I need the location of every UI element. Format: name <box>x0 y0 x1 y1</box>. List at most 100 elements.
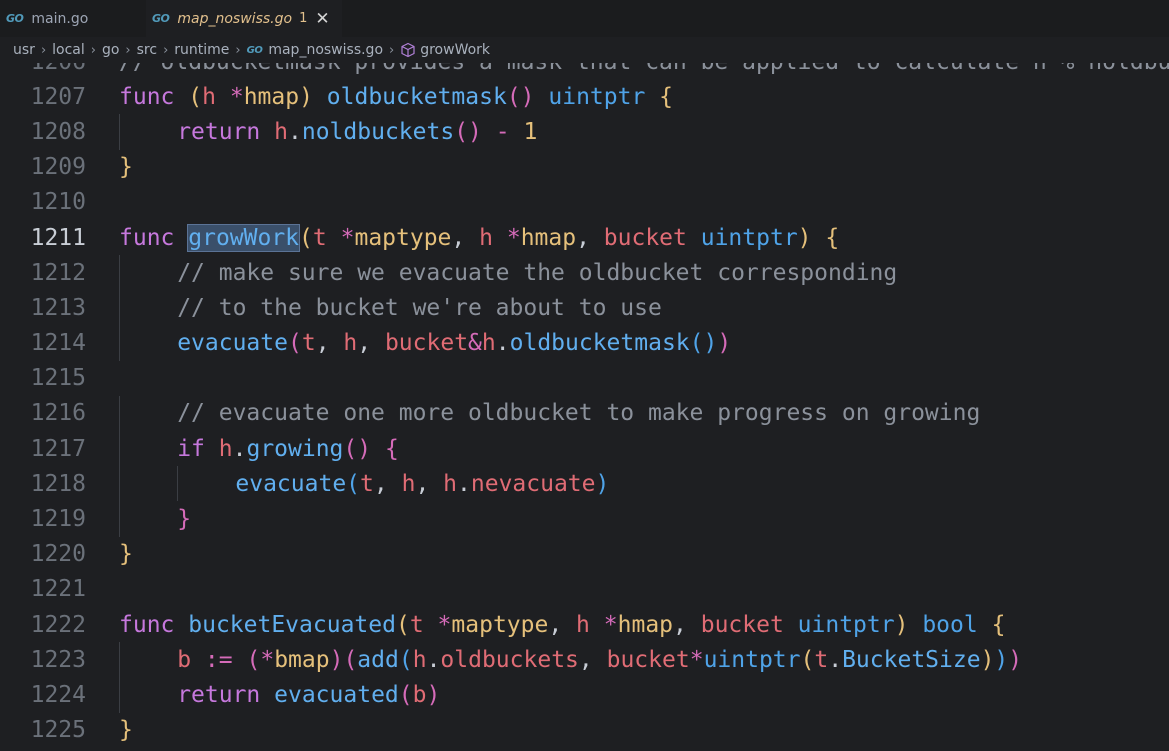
method-cube-icon <box>401 42 415 58</box>
indent-guide <box>119 431 120 467</box>
code-line[interactable]: 1224 return evacuated(b) <box>0 677 1169 713</box>
breadcrumb: usr › local › go › src › runtime › GO ma… <box>0 37 1169 63</box>
code-token: } <box>119 541 133 568</box>
code-line[interactable]: 1221 <box>0 572 1169 607</box>
code-line[interactable]: 1215 <box>0 361 1169 396</box>
code-line[interactable]: 1214 evacuate(t, h, bucket&h.oldbucketmas… <box>0 325 1169 361</box>
code-token: () <box>689 330 718 357</box>
code-token: * <box>603 611 618 638</box>
code-token: ( <box>299 224 313 251</box>
code-token: h <box>412 646 427 673</box>
code-token: t <box>312 224 327 251</box>
line-number: 1225 <box>30 717 86 744</box>
code-token: * <box>340 224 355 251</box>
code-line[interactable]: 1212 // make sure we evacuate the oldbuck… <box>0 255 1169 291</box>
code-token: oldbucketmask <box>326 83 507 110</box>
code-token: } <box>119 717 133 744</box>
code-token: bucket <box>603 224 687 251</box>
code-line[interactable]: 1223 b := (*bmap)(add(h.oldbuckets, bucke… <box>0 642 1169 678</box>
code-token: . <box>232 435 247 462</box>
code-token: bool <box>922 611 978 638</box>
code-token: * <box>689 646 704 673</box>
code-token: ( <box>188 83 203 110</box>
code-token: , <box>373 470 402 497</box>
code-token: & <box>468 330 482 357</box>
code-line[interactable]: 1219} <box>0 501 1169 537</box>
code-line[interactable]: 1217 if h.growing() { <box>0 431 1169 467</box>
code-token: func <box>119 611 175 638</box>
code-line[interactable]: 1225} <box>0 713 1169 748</box>
code-line[interactable]: 1206 // oldbucketmask provides a mask tha… <box>0 63 1169 79</box>
close-icon[interactable]: ✕ <box>315 9 329 29</box>
code-token: { <box>659 83 674 110</box>
code-token: uintptr <box>703 646 801 673</box>
breadcrumb-item-src[interactable]: src <box>137 42 157 58</box>
breadcrumb-item-go[interactable]: go <box>102 42 119 58</box>
code-line[interactable]: 1210 <box>0 185 1169 220</box>
code-token: if <box>177 435 205 462</box>
code-token: h <box>479 224 493 251</box>
code-token: { <box>991 611 1006 638</box>
breadcrumb-item-symbol[interactable]: growWork <box>400 42 490 58</box>
code-token: { <box>384 435 399 462</box>
code-line[interactable]: 1216 // evacuate one more oldbucket to ma… <box>0 395 1169 432</box>
code-token: ( <box>346 470 361 497</box>
code-line[interactable]: 1208 return h.noldbuckets() - 1 <box>0 114 1169 150</box>
breadcrumb-label: go <box>101 42 120 58</box>
code-token: hmap <box>617 611 674 638</box>
code-line[interactable]: 1222 func bucketEvacuated(t *maptype, h *… <box>0 607 1169 642</box>
code-token: b <box>177 646 192 673</box>
line-number: 1212 <box>30 259 86 286</box>
code-token: evacuate <box>235 470 347 497</box>
code-token: 1 <box>523 118 538 145</box>
indent-guide <box>177 466 179 502</box>
breadcrumb-label: src <box>136 42 158 58</box>
code-token: () <box>506 83 535 110</box>
code-token: ( <box>287 330 302 357</box>
breadcrumb-label: usr <box>13 42 35 58</box>
tab-map-noswiss-go[interactable]: GO map_noswiss.go 1 ✕ <box>146 0 342 37</box>
line-number: 1223 <box>30 646 86 673</box>
code-token: // oldbucketmask provides a mask that ca… <box>119 63 1169 75</box>
breadcrumb-item-usr[interactable]: usr <box>13 42 35 58</box>
code-token: nevacuate <box>470 470 596 497</box>
code-token: bucket <box>700 611 784 638</box>
breadcrumb-item-runtime[interactable]: runtime <box>174 42 229 58</box>
line-number: 1213 <box>30 294 86 321</box>
code-line[interactable]: 1207 func (h *hmap) oldbucketmask() uintp… <box>0 79 1169 114</box>
code-text: func bucketEvacuated(t *maptype, h *hmap… <box>119 612 1005 638</box>
chevron-right-icon: › <box>235 42 241 58</box>
code-token: // evacuate one more oldbucket to make p… <box>177 400 981 427</box>
code-line[interactable]: 1220} <box>0 537 1169 572</box>
tab-main-go[interactable]: GO main.go <box>0 0 146 37</box>
code-token: bmap <box>274 646 330 673</box>
code-text: // oldbucketmask provides a mask that ca… <box>119 63 1169 75</box>
code-token: . <box>288 118 302 145</box>
code-line[interactable]: 1211 func growWork(t *maptype, h *hmap, b… <box>0 220 1169 255</box>
breadcrumb-label: growWork <box>420 42 491 58</box>
tab-bar: GO main.go GO map_noswiss.go 1 ✕ <box>0 0 1169 37</box>
breadcrumb-item-file[interactable]: GO map_noswiss.go <box>247 42 383 58</box>
code-token: } <box>177 506 192 533</box>
code-token: func <box>119 224 175 251</box>
code-token: BucketSize <box>842 646 981 673</box>
breadcrumb-item-local[interactable]: local <box>52 42 85 58</box>
code-token: ) <box>797 224 812 251</box>
code-token: h <box>202 83 216 110</box>
code-line[interactable]: 1213 // to the bucket we're about to use <box>0 290 1169 326</box>
code-line[interactable]: 1209} <box>0 150 1169 185</box>
code-token: maptype <box>354 224 452 251</box>
code-token: * <box>260 646 275 673</box>
code-editor[interactable]: 1206 // oldbucketmask provides a mask tha… <box>0 63 1169 751</box>
line-number: 1216 <box>30 400 86 427</box>
line-number: 1209 <box>30 154 86 181</box>
code-line[interactable]: 1218 evacuate(t, h, h.nevacuate) <box>0 466 1169 502</box>
indent-guide <box>119 114 120 150</box>
